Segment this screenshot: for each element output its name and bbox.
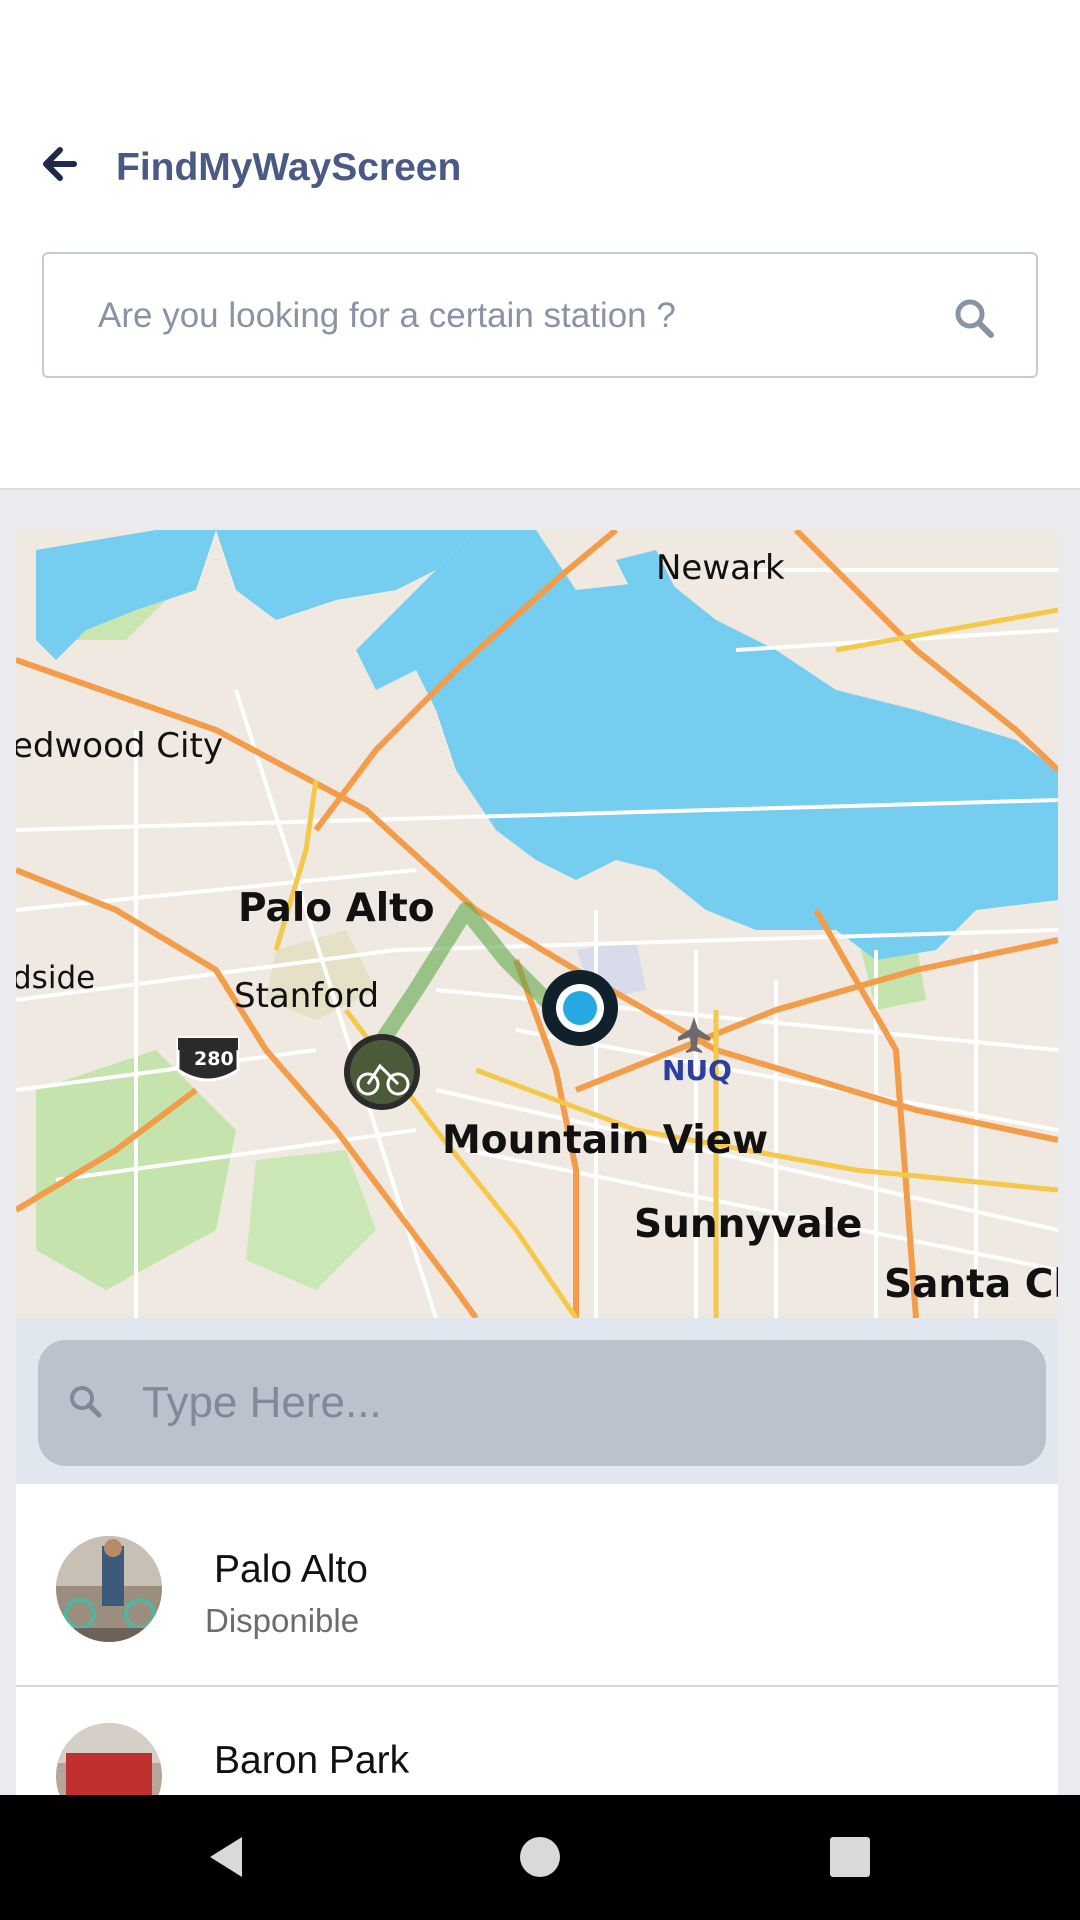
map-label-stanford: Stanford — [234, 976, 380, 1016]
map-label-santa-clara: Santa Cla — [884, 1262, 1058, 1307]
filter-input[interactable]: Type Here... — [38, 1340, 1046, 1466]
map-label-newark: Newark — [656, 548, 785, 588]
map-label-palo-alto: Palo Alto — [238, 886, 435, 931]
square-recent-icon — [830, 1837, 870, 1877]
map-label-woodside: dside — [16, 960, 96, 996]
circle-home-icon — [520, 1837, 560, 1877]
station-search-input[interactable]: Are you looking for a certain station ? — [42, 252, 1038, 378]
list-item[interactable]: Palo Alto Disponible — [16, 1486, 1058, 1680]
bike-station-marker — [344, 1034, 420, 1110]
map-label-highway: 280 — [194, 1048, 234, 1070]
app-header: FindMyWayScreen Are you looking for a ce… — [0, 0, 1080, 488]
nav-home-button[interactable] — [508, 1825, 572, 1889]
map-label-nuq: NUQ — [662, 1054, 732, 1087]
nav-back-button[interactable] — [196, 1825, 260, 1889]
triangle-back-icon — [210, 1837, 242, 1877]
magnifier-icon — [64, 1380, 108, 1424]
page-title: FindMyWayScreen — [116, 146, 462, 189]
station-avatar — [56, 1536, 162, 1642]
map-label-sunnyvale: Sunnyvale — [634, 1202, 863, 1247]
back-button[interactable] — [38, 142, 82, 186]
filter-placeholder: Type Here... — [142, 1378, 382, 1427]
station-name: Baron Park — [214, 1739, 410, 1782]
station-avatar — [56, 1723, 162, 1795]
station-search-placeholder: Are you looking for a certain station ? — [98, 296, 676, 335]
map-label-mountain-view: Mountain View — [442, 1118, 769, 1163]
filter-bar: Type Here... — [16, 1318, 1058, 1484]
map-canvas — [16, 530, 1058, 1318]
list-item[interactable]: Baron Park — [16, 1687, 1058, 1795]
arrow-left-icon — [43, 147, 77, 181]
system-navigation-bar — [0, 1795, 1080, 1920]
station-card: Newark edwood City Palo Alto dside Stanf… — [16, 530, 1058, 1795]
nav-recent-button[interactable] — [818, 1825, 882, 1889]
station-status: Disponible — [205, 1602, 360, 1639]
search-icon[interactable] — [952, 296, 996, 340]
map-view[interactable]: Newark edwood City Palo Alto dside Stanf… — [16, 530, 1058, 1318]
current-location-marker — [542, 970, 618, 1046]
station-name: Palo Alto — [214, 1548, 368, 1591]
map-label-redwood-city: edwood City — [16, 726, 223, 766]
